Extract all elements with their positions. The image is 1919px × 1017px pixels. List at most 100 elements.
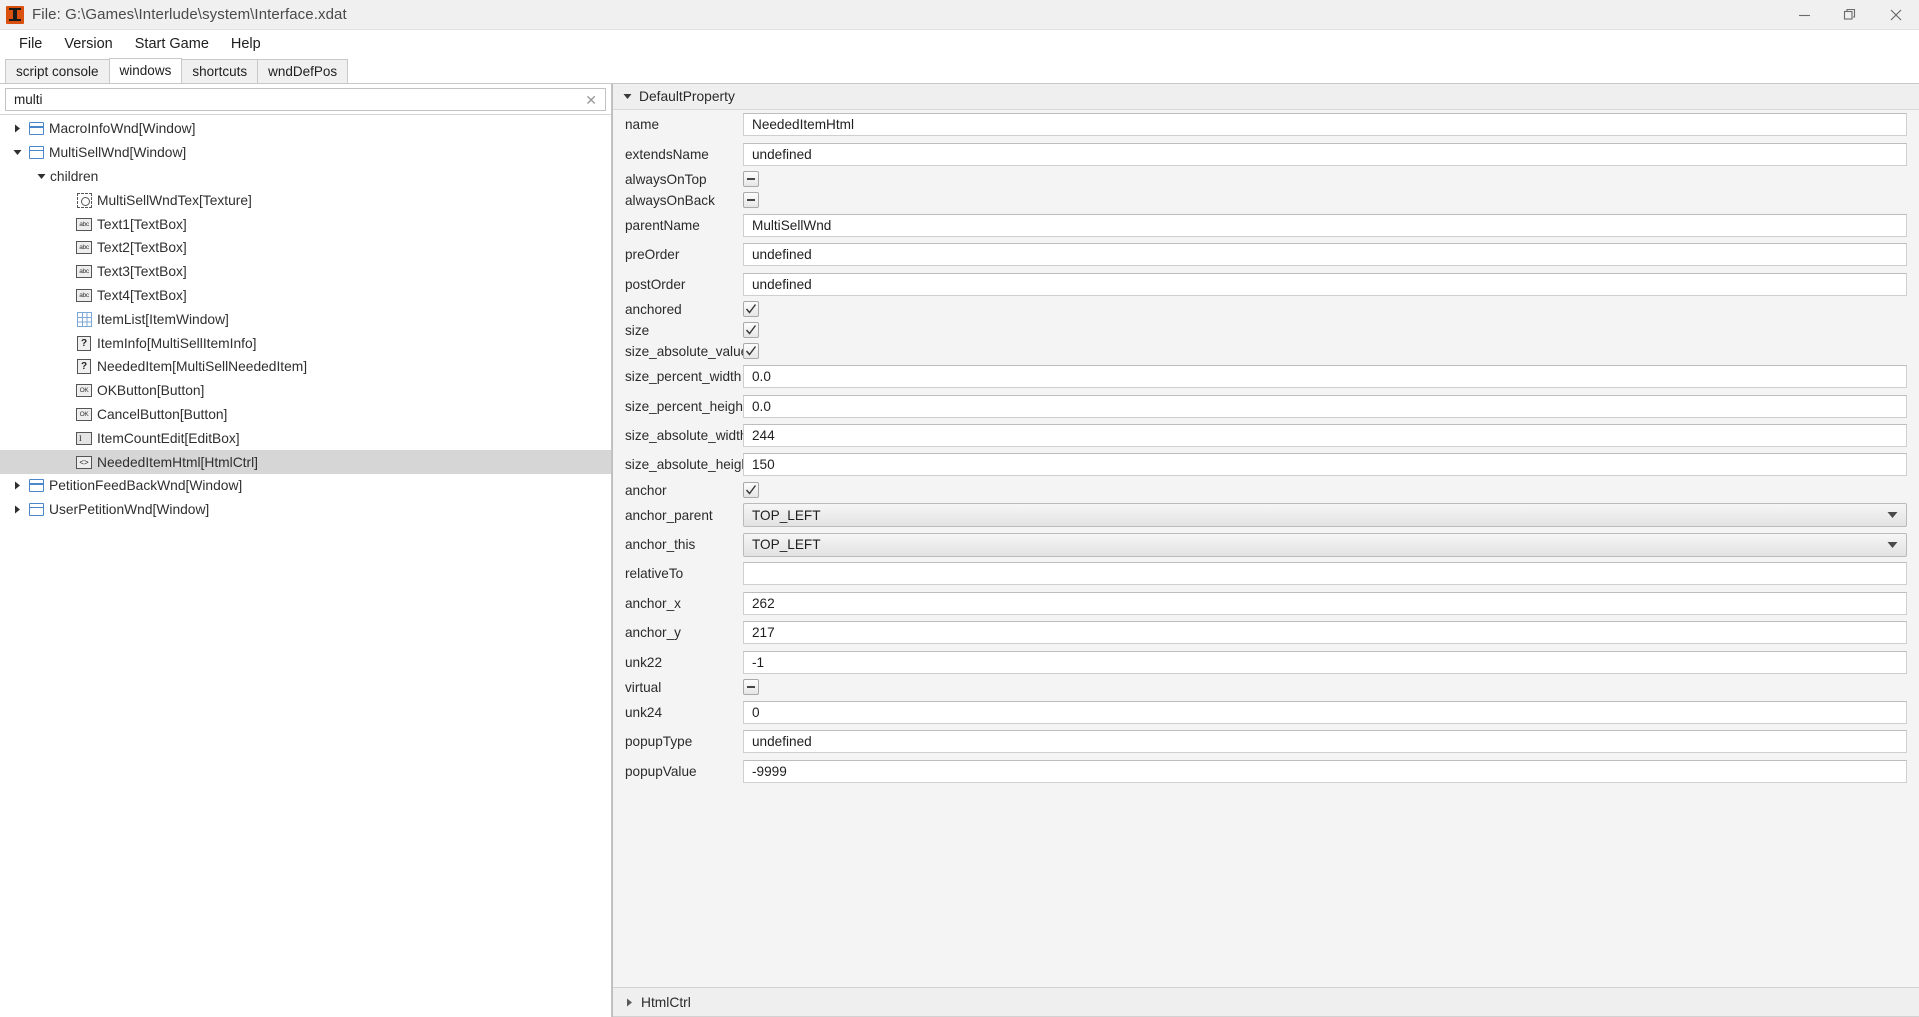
property-label: alwaysOnBack bbox=[625, 192, 715, 208]
restore-button[interactable] bbox=[1827, 0, 1873, 30]
tab-windows[interactable]: windows bbox=[108, 58, 183, 83]
window-icon bbox=[28, 146, 44, 160]
chevron-right-icon[interactable] bbox=[8, 498, 26, 521]
property-row: extendsName undefined bbox=[613, 139, 1919, 168]
button-icon: OK bbox=[76, 384, 92, 398]
property-input[interactable]: undefined bbox=[743, 142, 1907, 166]
menu-item-start-game[interactable]: Start Game bbox=[124, 33, 220, 55]
property-checkbox[interactable] bbox=[743, 322, 759, 339]
tree-item[interactable]: ? ItemInfo[MultiSellItemInfo] bbox=[0, 331, 611, 355]
tree-item[interactable]: abc Text2[TextBox] bbox=[0, 236, 611, 260]
default-property-group-header[interactable]: DefaultProperty bbox=[613, 84, 1919, 110]
minimize-button[interactable] bbox=[1781, 0, 1827, 30]
property-input[interactable]: undefined bbox=[743, 272, 1907, 296]
tab-shortcuts[interactable]: shortcuts bbox=[181, 59, 259, 83]
property-row: anchor bbox=[613, 480, 1919, 501]
app-icon bbox=[6, 5, 24, 24]
tree-item-label: UserPetitionWnd[Window] bbox=[49, 502, 210, 518]
tree-item[interactable]: abc Text1[TextBox] bbox=[0, 212, 611, 236]
tree-item[interactable]: PetitionFeedBackWnd[Window] bbox=[0, 474, 611, 498]
tree-item[interactable]: MacroInfoWnd[Window] bbox=[0, 117, 611, 141]
property-row: anchor_parent TOP_LEFT bbox=[613, 501, 1919, 530]
property-label: size_percent_width bbox=[625, 369, 742, 385]
property-label: anchor_x bbox=[625, 595, 681, 611]
tree-item-icon-wrap bbox=[74, 190, 94, 210]
property-select[interactable]: TOP_LEFT bbox=[743, 503, 1907, 528]
tree-item[interactable]: ItemList[ItemWindow] bbox=[0, 307, 611, 331]
tree-item-icon-wrap: abc bbox=[74, 285, 94, 305]
property-input[interactable]: 217 bbox=[743, 621, 1907, 645]
chevron-down-icon[interactable] bbox=[1887, 511, 1898, 519]
search-box[interactable]: multi ✕ bbox=[5, 88, 606, 111]
property-checkbox[interactable] bbox=[743, 482, 759, 499]
property-select[interactable]: TOP_LEFT bbox=[743, 532, 1907, 557]
property-input[interactable] bbox=[743, 562, 1907, 586]
property-checkbox[interactable] bbox=[743, 171, 759, 188]
property-input[interactable]: MultiSellWnd bbox=[743, 213, 1907, 237]
tree-item-label: NeededItem[MultiSellNeededItem] bbox=[97, 359, 308, 375]
property-input[interactable]: 244 bbox=[743, 423, 1907, 447]
property-input[interactable]: 0.0 bbox=[743, 394, 1907, 418]
property-input[interactable]: -1 bbox=[743, 650, 1907, 674]
property-checkbox[interactable] bbox=[743, 679, 759, 696]
property-row: size_absolute_values bbox=[613, 341, 1919, 362]
property-input[interactable]: 150 bbox=[743, 453, 1907, 477]
property-row: anchored bbox=[613, 299, 1919, 320]
close-button[interactable] bbox=[1873, 0, 1919, 30]
property-input[interactable]: 0 bbox=[743, 701, 1907, 725]
tree-item[interactable]: MultiSellWndTex[Texture] bbox=[0, 188, 611, 212]
search-input[interactable]: multi bbox=[14, 92, 583, 107]
menu-item-version[interactable]: Version bbox=[53, 33, 123, 55]
property-checkbox[interactable] bbox=[743, 343, 759, 360]
chevron-down-icon[interactable] bbox=[32, 165, 50, 188]
chevron-right-icon[interactable] bbox=[8, 117, 26, 140]
chevron-down-icon[interactable] bbox=[623, 92, 639, 101]
menu-item-file[interactable]: File bbox=[8, 33, 53, 55]
textbox-icon: abc bbox=[76, 217, 92, 231]
property-checkbox[interactable] bbox=[743, 192, 759, 209]
tree-item-icon-wrap: ? bbox=[74, 357, 94, 377]
property-input[interactable]: undefined bbox=[743, 730, 1907, 754]
window-icon bbox=[28, 503, 44, 517]
property-input[interactable]: 262 bbox=[743, 591, 1907, 615]
tree-item[interactable]: <> NeededItemHtml[HtmlCtrl] bbox=[0, 450, 611, 474]
tree-item[interactable]: ? NeededItem[MultiSellNeededItem] bbox=[0, 355, 611, 379]
menu-item-help[interactable]: Help bbox=[220, 33, 272, 55]
tab-script-console[interactable]: script console bbox=[5, 59, 110, 83]
tree-item[interactable]: OK CancelButton[Button] bbox=[0, 403, 611, 427]
tab-wnddefpos[interactable]: wndDefPos bbox=[257, 59, 349, 83]
tree-item[interactable]: OK OKButton[Button] bbox=[0, 379, 611, 403]
tree-item[interactable]: I ItemCountEdit[EditBox] bbox=[0, 426, 611, 450]
tree-item-label: Text1[TextBox] bbox=[97, 216, 187, 232]
property-label: anchor bbox=[625, 482, 667, 498]
chevron-right-icon[interactable] bbox=[8, 474, 26, 497]
tree-item[interactable]: abc Text4[TextBox] bbox=[0, 284, 611, 308]
tree-item[interactable]: UserPetitionWnd[Window] bbox=[0, 498, 611, 522]
property-input[interactable]: 0.0 bbox=[743, 365, 1907, 389]
htmlctrl-group-header[interactable]: HtmlCtrl bbox=[613, 987, 1919, 1017]
chevron-down-icon[interactable] bbox=[1887, 541, 1898, 549]
chevron-right-icon[interactable] bbox=[625, 998, 641, 1007]
property-label: size_absolute_values bbox=[625, 343, 755, 359]
property-checkbox[interactable] bbox=[743, 301, 759, 318]
property-row: size_percent_height 0.0 bbox=[613, 391, 1919, 420]
tree-item-icon-wrap: OK bbox=[74, 404, 94, 424]
tree-panel: multi ✕ MacroInfoWnd[Window] MultiSellWnd… bbox=[0, 84, 612, 1017]
property-label: postOrder bbox=[625, 276, 686, 292]
tree-item-label: children bbox=[50, 168, 99, 184]
tree-item[interactable]: children bbox=[0, 165, 611, 189]
property-label: name bbox=[625, 117, 660, 133]
tree-item-label: MultiSellWndTex[Texture] bbox=[97, 192, 252, 208]
property-input[interactable]: NeededItemHtml bbox=[743, 113, 1907, 137]
property-input[interactable]: undefined bbox=[743, 243, 1907, 267]
property-row: size_absolute_height 150 bbox=[613, 450, 1919, 479]
property-label: alwaysOnTop bbox=[625, 171, 707, 187]
tree-item[interactable]: MultiSellWnd[Window] bbox=[0, 141, 611, 165]
tree-item-icon-wrap bbox=[26, 500, 46, 520]
clear-x-icon[interactable]: ✕ bbox=[583, 93, 599, 107]
tree-item[interactable]: abc Text3[TextBox] bbox=[0, 260, 611, 284]
chevron-down-icon[interactable] bbox=[8, 141, 26, 164]
window-tree[interactable]: MacroInfoWnd[Window] MultiSellWnd[Window]… bbox=[0, 114, 611, 1017]
property-input[interactable]: -9999 bbox=[743, 759, 1907, 783]
